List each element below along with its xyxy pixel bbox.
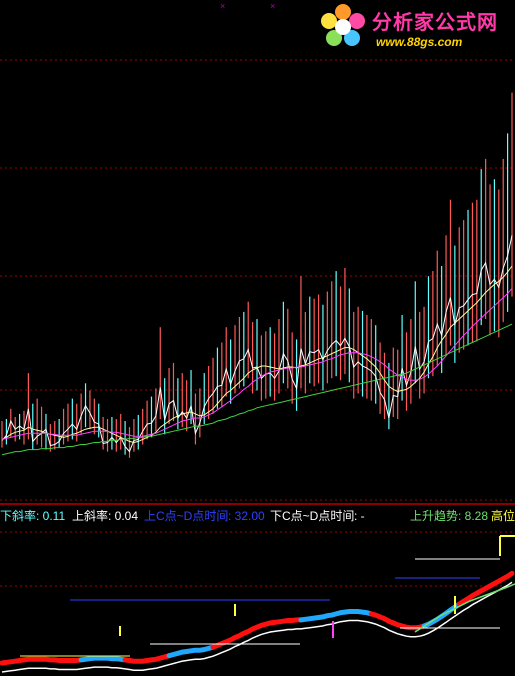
site-logo: 分析家公式网 www.88gs.com: [316, 2, 512, 54]
trend-band: [0, 656, 84, 666]
logo-title: 分析家公式网: [372, 10, 498, 34]
trend-value: : 8.28: [458, 509, 489, 523]
cross-marker: ×: [220, 1, 226, 11]
cd-up-label: 上C点~D点时间: [144, 509, 229, 523]
down-slope-value: : 0.11: [36, 509, 66, 523]
trend-band: [122, 653, 172, 664]
price-chart[interactable]: [0, 0, 515, 502]
cd-up-value: : 32.00: [228, 509, 265, 523]
cd-down-value: : -: [354, 509, 365, 523]
high-label: 高位: [491, 509, 515, 523]
indicator-chart[interactable]: [0, 526, 515, 676]
cd-down-label: 下C点~D点时间: [270, 509, 355, 523]
up-slope-label: 上斜率: [72, 509, 109, 523]
flower-logo-icon: [321, 4, 365, 46]
trend-band: [298, 609, 374, 623]
up-slope-value: : 0.04: [108, 509, 139, 523]
down-slope-label: 下斜率: [0, 509, 37, 523]
trend-band: [210, 617, 304, 650]
cross-marker: ×: [270, 1, 276, 11]
logo-url: www.88gs.com: [376, 35, 463, 49]
trend-label: 上升趋势: [410, 509, 459, 523]
indicator-legend: 下斜率 : 0.11 上斜率 : 0.04 上C点~D点时间 : 32.00 下…: [0, 508, 515, 524]
trend-band: [78, 655, 128, 663]
panel-divider: [0, 503, 515, 505]
trend-band: [166, 644, 216, 659]
